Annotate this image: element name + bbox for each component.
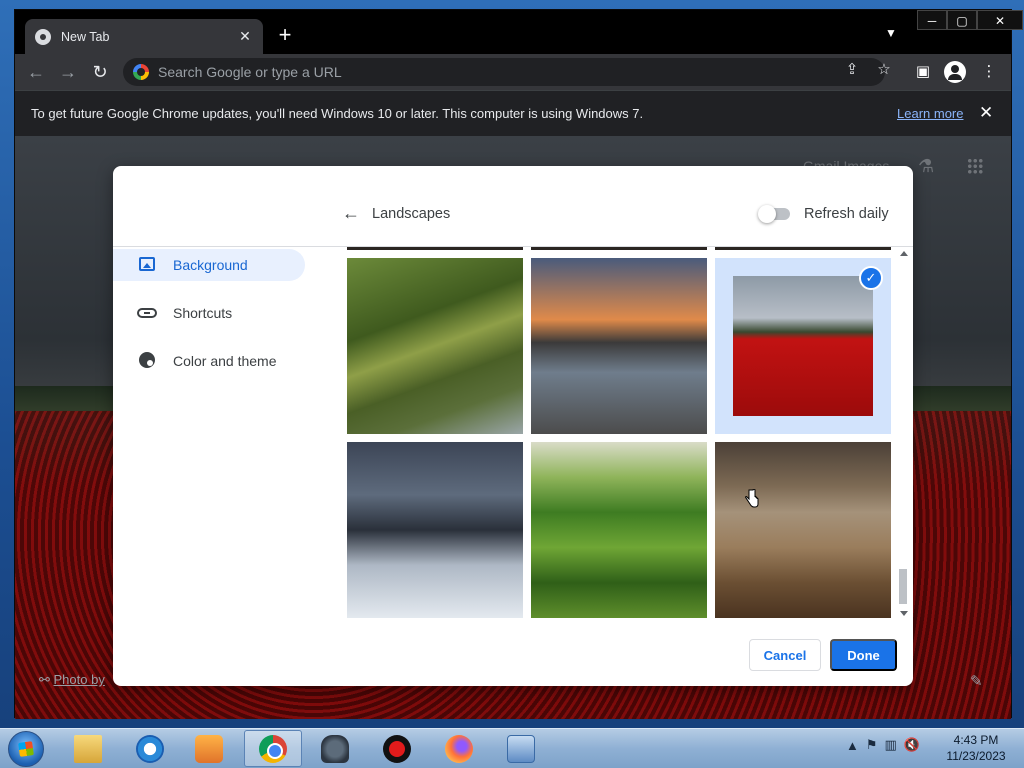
image-icon: [139, 256, 155, 271]
nav-item-shortcuts[interactable]: Shortcuts: [113, 297, 323, 329]
image-tile-beach[interactable]: [715, 442, 891, 618]
photo-credit[interactable]: ⚯ Photo by: [39, 672, 105, 688]
customize-pencil-icon[interactable]: ✎: [970, 672, 983, 690]
new-tab-button[interactable]: +: [273, 24, 297, 46]
bookmark-star-icon[interactable]: ☆: [875, 60, 893, 78]
back-arrow-icon[interactable]: ←: [342, 204, 360, 222]
refresh-daily-toggle[interactable]: [758, 205, 790, 223]
scroll-thumb[interactable]: [899, 569, 907, 604]
taskbar-firefox[interactable]: [430, 730, 488, 767]
chrome-favicon-icon: [35, 28, 51, 45]
done-button[interactable]: Done: [830, 639, 897, 671]
labs-flask-icon[interactable]: ⚗: [918, 156, 934, 177]
network-icon[interactable]: ▥: [885, 737, 897, 753]
firefox-icon: [445, 734, 473, 763]
reload-icon[interactable]: ↻: [89, 61, 111, 83]
nav-label: Color and theme: [173, 353, 277, 369]
image-tile-mountain[interactable]: [347, 258, 523, 434]
infobar-message: To get future Google Chrome updates, you…: [31, 106, 644, 121]
infobar-close-icon[interactable]: ✕: [979, 103, 993, 123]
omnibox-input[interactable]: [158, 64, 798, 80]
window-close-icon[interactable]: ✕: [977, 10, 1023, 30]
control-panel-icon: [507, 734, 535, 763]
start-button[interactable]: [8, 731, 44, 767]
tray-expand-icon[interactable]: ▲: [846, 738, 859, 753]
image-tile-rock-coast[interactable]: [531, 258, 707, 434]
tab-search-chevron-icon[interactable]: ▼: [885, 26, 897, 40]
share-icon[interactable]: ⇪: [843, 60, 861, 78]
tab-title: New Tab: [61, 29, 110, 44]
system-tray: ▲ ⚑ ▥ 🔇: [846, 737, 920, 753]
image-tile-waterfall[interactable]: [347, 442, 523, 618]
nav-item-color-and-theme[interactable]: Color and theme: [113, 345, 323, 377]
clock[interactable]: 4:43 PM 11/23/2023: [940, 732, 1012, 764]
apps-grid-icon[interactable]: [967, 158, 983, 174]
cancel-button[interactable]: Cancel: [749, 639, 821, 671]
link-icon: [137, 308, 157, 318]
previous-row-strip: [715, 247, 891, 250]
folder-icon: [74, 734, 102, 763]
chrome-window: New Tab ✕ + ▼ ─ ▢ ✕ ← → ↻ ⇪ ☆ ▣ ⋮ To get…: [14, 9, 1023, 719]
profile-avatar-icon[interactable]: [944, 61, 966, 83]
volume-muted-icon[interactable]: 🔇: [904, 737, 920, 753]
tab-strip: New Tab ✕ + ▼ ─ ▢ ✕: [15, 10, 1023, 54]
previous-row-strip: [347, 247, 523, 250]
gimp-icon: [321, 734, 349, 763]
taskbar-media-player[interactable]: [180, 730, 238, 767]
palette-icon: [139, 351, 155, 368]
menu-kebab-icon[interactable]: ⋮: [979, 62, 999, 80]
scroll-up-icon[interactable]: [900, 251, 908, 256]
scroll-down-icon[interactable]: [900, 611, 908, 616]
record-icon: [383, 734, 411, 763]
tab-new-tab[interactable]: New Tab ✕: [25, 19, 263, 54]
refresh-daily-label: Refresh daily: [804, 206, 889, 222]
forward-icon[interactable]: →: [57, 61, 79, 83]
taskbar-gimp[interactable]: [306, 730, 364, 767]
learn-more-link[interactable]: Learn more: [897, 106, 963, 121]
internet-explorer-icon: [136, 734, 164, 763]
taskbar-recorder[interactable]: [368, 730, 426, 767]
grid-scrollbar[interactable]: [897, 247, 909, 620]
window-controls: ─ ▢ ✕: [917, 10, 1023, 30]
nav-label: Shortcuts: [173, 305, 233, 321]
maximize-icon[interactable]: ▢: [947, 10, 977, 30]
taskbar-explorer[interactable]: [59, 730, 117, 767]
image-tile-tea-terraces[interactable]: [531, 442, 707, 618]
media-player-icon: [195, 734, 223, 763]
dialog-header: ← Landscapes Refresh daily: [113, 166, 913, 247]
taskbar-chrome[interactable]: [244, 730, 302, 767]
taskbar-control-panel[interactable]: [492, 730, 550, 767]
image-tile-tulip-field[interactable]: ✓: [715, 258, 891, 434]
image-grid: ✓: [347, 247, 893, 620]
back-icon[interactable]: ←: [25, 61, 47, 83]
omnibox[interactable]: [123, 58, 885, 86]
nav-label: Background: [173, 257, 248, 273]
selected-check-icon: ✓: [859, 266, 883, 290]
tab-close-icon[interactable]: ✕: [237, 28, 253, 45]
clock-date: 11/23/2023: [946, 749, 1006, 763]
taskbar-internet-explorer[interactable]: [121, 730, 179, 767]
action-center-flag-icon[interactable]: ⚑: [866, 737, 878, 753]
chrome-icon: [259, 734, 287, 763]
side-panel-icon[interactable]: ▣: [913, 62, 933, 80]
nav-item-background[interactable]: Background: [113, 249, 305, 281]
clock-time: 4:43 PM: [953, 733, 999, 747]
toolbar: ← → ↻ ⇪ ☆ ▣ ⋮: [15, 54, 1011, 90]
previous-row-strip: [531, 247, 707, 250]
google-icon: [133, 64, 149, 80]
dialog-sidenav: Background Shortcuts Color and theme: [113, 247, 323, 377]
taskbar: ▲ ⚑ ▥ 🔇 4:43 PM 11/23/2023: [0, 728, 1024, 768]
minimize-icon[interactable]: ─: [917, 10, 947, 30]
customize-dialog: ← Landscapes Refresh daily Background Sh…: [113, 166, 913, 686]
collection-title: Landscapes: [372, 206, 451, 222]
hand-cursor-icon: [745, 489, 759, 508]
photo-credit-link[interactable]: Photo by: [54, 672, 105, 687]
update-infobar: To get future Google Chrome updates, you…: [15, 90, 1011, 136]
